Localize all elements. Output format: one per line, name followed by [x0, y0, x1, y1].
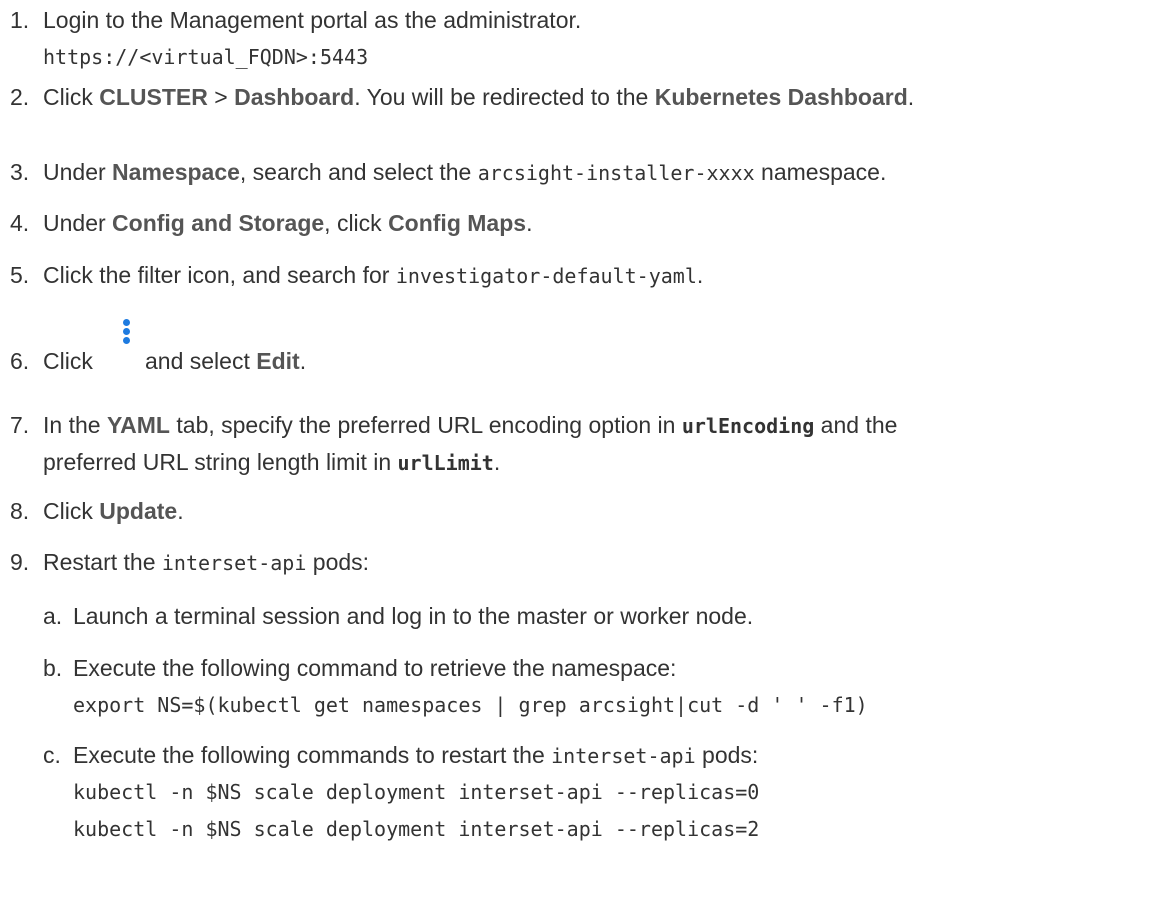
step-5-text: Click the filter icon, and search for in…	[43, 260, 703, 291]
step-6-text: and select Edit.	[145, 346, 306, 376]
text: namespace.	[754, 159, 887, 185]
ui-label-edit: Edit	[256, 348, 300, 374]
code-yaml-name: investigator-default-yaml	[395, 264, 697, 288]
substep-letter: a.	[43, 603, 63, 629]
text: and select	[145, 348, 257, 374]
step-number: 4.	[10, 210, 30, 236]
text: Under	[43, 159, 113, 185]
step-number: 6.	[10, 348, 30, 374]
step-7-text-line2: preferred URL string length limit in url…	[43, 447, 500, 478]
code-interset-api: interset-api	[551, 744, 696, 768]
text: .	[696, 262, 704, 288]
substep-c-text: Execute the following commands to restar…	[73, 740, 758, 771]
step-2-text: Click CLUSTER > Dashboard. You will be r…	[43, 82, 914, 112]
text: and the	[814, 412, 898, 438]
text: pods:	[306, 549, 370, 575]
step-3-text: Under Namespace, search and select the a…	[43, 157, 886, 188]
command-export-ns: export NS=$(kubectl get namespaces | gre…	[73, 693, 868, 717]
substep-letter: c.	[43, 742, 61, 768]
ui-label-namespace: Namespace	[112, 159, 240, 185]
ui-label-dashboard: Dashboard	[234, 84, 355, 110]
step-8-text: Click Update.	[43, 496, 184, 526]
step-1-text: Login to the Management portal as the ad…	[43, 7, 582, 33]
text: . You will be redirected to the	[354, 84, 655, 110]
step-9-text: Restart the interset-api pods:	[43, 547, 369, 578]
step-number: 7.	[10, 412, 30, 438]
substep-a-text: Launch a terminal session and log in to …	[73, 603, 754, 629]
text: In the	[43, 412, 107, 438]
text: pods:	[695, 742, 759, 768]
step-number: 3.	[10, 159, 30, 185]
code-url-limit: urlLimit	[397, 451, 494, 475]
ui-label-config-and-storage: Config and Storage	[112, 210, 325, 236]
substep-letter: b.	[43, 655, 63, 681]
command-scale-0: kubectl -n $NS scale deployment interset…	[73, 780, 760, 804]
text: Restart the	[43, 549, 162, 575]
text: Click	[43, 84, 100, 110]
code-namespace: arcsight-installer-xxxx	[477, 161, 755, 185]
step-number: 8.	[10, 498, 30, 524]
step-number: 1.	[10, 7, 30, 33]
code-url-encoding: urlEncoding	[681, 414, 815, 438]
step-number: 5.	[10, 262, 30, 288]
kebab-menu-icon	[121, 317, 131, 349]
text: , click	[324, 210, 389, 236]
ui-label-yaml: YAML	[106, 412, 170, 438]
text: .	[907, 84, 915, 110]
step-number: 9.	[10, 549, 30, 575]
text: Under	[43, 210, 113, 236]
step-6-click: Click	[43, 348, 93, 374]
text: >	[207, 84, 235, 110]
portal-url: https://<virtual_FQDN>:5443	[43, 45, 369, 69]
text: tab, specify the preferred URL encoding …	[170, 412, 682, 438]
text: Click	[43, 498, 100, 524]
step-number: 2.	[10, 84, 30, 110]
text: .	[493, 449, 501, 475]
ui-label-config-maps: Config Maps	[388, 210, 527, 236]
ui-label-cluster: CLUSTER	[99, 84, 208, 110]
text: .	[299, 348, 307, 374]
text: Execute the following commands to restar…	[73, 742, 552, 768]
step-4-text: Under Config and Storage, click Config M…	[43, 208, 532, 238]
text: preferred URL string length limit in	[43, 449, 398, 475]
text: , search and select the	[239, 159, 478, 185]
text: .	[177, 498, 184, 524]
code-interset-api: interset-api	[161, 551, 307, 575]
text: .	[526, 210, 533, 236]
step-7-text: In the YAML tab, specify the preferred U…	[43, 410, 897, 441]
command-scale-2: kubectl -n $NS scale deployment interset…	[73, 817, 760, 841]
text: Click the filter icon, and search for	[43, 262, 396, 288]
substep-b-text: Execute the following command to retriev…	[73, 655, 677, 681]
ui-label-kubernetes-dashboard: Kubernetes Dashboard	[654, 84, 908, 110]
ui-label-update: Update	[99, 498, 178, 524]
